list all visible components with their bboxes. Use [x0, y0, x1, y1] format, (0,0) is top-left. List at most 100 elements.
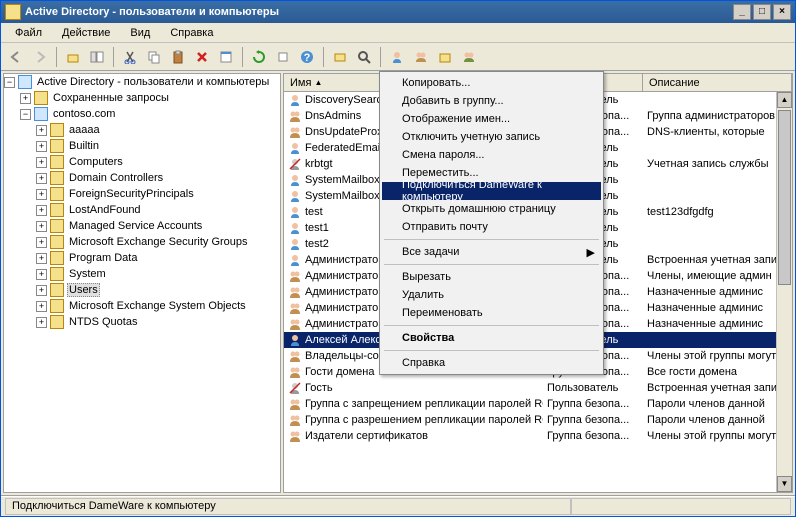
ctx-item[interactable]: Свойства: [382, 329, 601, 347]
tree-node[interactable]: +Managed Service Accounts: [4, 218, 280, 234]
statusbar: Подключиться DameWare к компьютеру: [1, 496, 795, 516]
titlebar[interactable]: Active Directory - пользователи и компью…: [1, 1, 795, 23]
tree-node[interactable]: +Microsoft Exchange Security Groups: [4, 234, 280, 250]
row-name: DnsUpdateProxy: [305, 126, 388, 138]
paste-button[interactable]: [167, 46, 189, 68]
user-icon: [288, 141, 302, 155]
tree-node[interactable]: +LostAndFound: [4, 202, 280, 218]
show-hide-tree-button[interactable]: [86, 46, 108, 68]
list-row[interactable]: ГостьПользовательВстроенная учетная запи…: [284, 380, 792, 396]
new-user-button[interactable]: [386, 46, 408, 68]
tree-root[interactable]: − Active Directory - пользователи и комп…: [4, 74, 280, 90]
delete-button[interactable]: [191, 46, 213, 68]
row-desc: Учетная запись службы: [643, 158, 792, 170]
folder-icon: [50, 219, 64, 233]
ctx-item[interactable]: Отображение имен...: [382, 110, 601, 128]
ctx-item[interactable]: Справка: [382, 354, 601, 372]
tree-node[interactable]: +Users: [4, 282, 280, 298]
menu-view[interactable]: Вид: [122, 25, 158, 41]
tree-panel[interactable]: − Active Directory - пользователи и комп…: [3, 73, 281, 493]
new-group-button[interactable]: [410, 46, 432, 68]
minimize-button[interactable]: _: [733, 4, 751, 20]
menu-help[interactable]: Справка: [162, 25, 221, 41]
group-icon: [288, 397, 302, 411]
tree-node[interactable]: +Domain Controllers: [4, 170, 280, 186]
tree-saved-queries[interactable]: + Сохраненные запросы: [4, 90, 280, 106]
ctx-item[interactable]: Все задачи▶: [382, 243, 601, 261]
folder-icon: [50, 235, 64, 249]
list-row[interactable]: Издатели сертификатовГруппа безопа...Чле…: [284, 428, 792, 444]
menubar: Файл Действие Вид Справка: [1, 23, 795, 43]
scroll-thumb[interactable]: [778, 110, 791, 285]
close-button[interactable]: ×: [773, 4, 791, 20]
tree-node[interactable]: +Builtin: [4, 138, 280, 154]
tree-node[interactable]: +ForeignSecurityPrincipals: [4, 186, 280, 202]
domain-icon: [34, 107, 48, 121]
tree-node[interactable]: +Microsoft Exchange System Objects: [4, 298, 280, 314]
ctx-separator: [384, 350, 599, 351]
group-icon: [288, 317, 302, 331]
ctx-item[interactable]: Смена пароля...: [382, 146, 601, 164]
ctx-item[interactable]: Копировать...: [382, 74, 601, 92]
tree-node[interactable]: +Program Data: [4, 250, 280, 266]
tree-domain[interactable]: − contoso.com: [4, 106, 280, 122]
add-to-group-button[interactable]: [458, 46, 480, 68]
group-icon: [288, 365, 302, 379]
row-desc: DNS-клиенты, которые: [643, 126, 792, 138]
up-button[interactable]: [62, 46, 84, 68]
menu-file[interactable]: Файл: [7, 25, 50, 41]
ctx-item[interactable]: Вырезать: [382, 268, 601, 286]
list-row[interactable]: Группа с запрещением репликации паролей …: [284, 396, 792, 412]
export-button[interactable]: [272, 46, 294, 68]
status-text: Подключиться DameWare к компьютеру: [5, 498, 571, 515]
svg-text:?: ?: [304, 52, 311, 64]
group-icon: [288, 125, 302, 139]
cut-button[interactable]: [119, 46, 141, 68]
ctx-item[interactable]: Добавить в группу...: [382, 92, 601, 110]
ctx-item[interactable]: Удалить: [382, 286, 601, 304]
list-row[interactable]: Группа с разрешением репликации паролей …: [284, 412, 792, 428]
tree-node[interactable]: +Computers: [4, 154, 280, 170]
tree-node[interactable]: +aaaaa: [4, 122, 280, 138]
folder-icon: [50, 267, 64, 281]
userdis-icon: [288, 381, 302, 395]
row-desc: Члены этой группы могут: [643, 350, 792, 362]
scroll-down-button[interactable]: ▼: [777, 476, 792, 492]
row-name: Группа с запрещением репликации паролей …: [305, 398, 543, 410]
ctx-item[interactable]: Переименовать: [382, 304, 601, 322]
properties-button[interactable]: [215, 46, 237, 68]
forward-button[interactable]: [29, 46, 51, 68]
ctx-item[interactable]: Отключить учетную запись: [382, 128, 601, 146]
app-icon: [5, 4, 21, 20]
tree-node[interactable]: +NTDS Quotas: [4, 314, 280, 330]
row-name: test1: [305, 222, 329, 234]
ctx-item[interactable]: Подключиться DameWare к компьютеру: [382, 182, 601, 200]
menu-action[interactable]: Действие: [54, 25, 118, 41]
user-icon: [288, 93, 302, 107]
col-desc[interactable]: Описание: [643, 74, 792, 91]
ctx-item[interactable]: Открыть домашнюю страницу: [382, 200, 601, 218]
row-desc: Члены этой группы могут: [643, 430, 792, 442]
back-button[interactable]: [5, 46, 27, 68]
vertical-scrollbar[interactable]: ▲ ▼: [776, 92, 792, 492]
new-ou-button[interactable]: [434, 46, 456, 68]
scroll-up-button[interactable]: ▲: [777, 92, 792, 108]
row-desc: Встроенная учетная запись: [643, 382, 792, 394]
folder-icon: [34, 91, 48, 105]
ctx-item[interactable]: Отправить почту: [382, 218, 601, 236]
refresh-button[interactable]: [248, 46, 270, 68]
tree-node[interactable]: +System: [4, 266, 280, 282]
row-desc: Назначенные админис: [643, 286, 792, 298]
maximize-button[interactable]: □: [753, 4, 771, 20]
find-button[interactable]: [329, 46, 351, 68]
row-desc: Назначенные админис: [643, 318, 792, 330]
copy-button[interactable]: [143, 46, 165, 68]
filter-button[interactable]: [353, 46, 375, 68]
group-icon: [288, 109, 302, 123]
folder-icon: [50, 315, 64, 329]
group-icon: [288, 285, 302, 299]
row-name: Администратор: [305, 254, 384, 266]
help-button[interactable]: ?: [296, 46, 318, 68]
row-name: Гости домена: [305, 366, 375, 378]
userdis-icon: [288, 157, 302, 171]
